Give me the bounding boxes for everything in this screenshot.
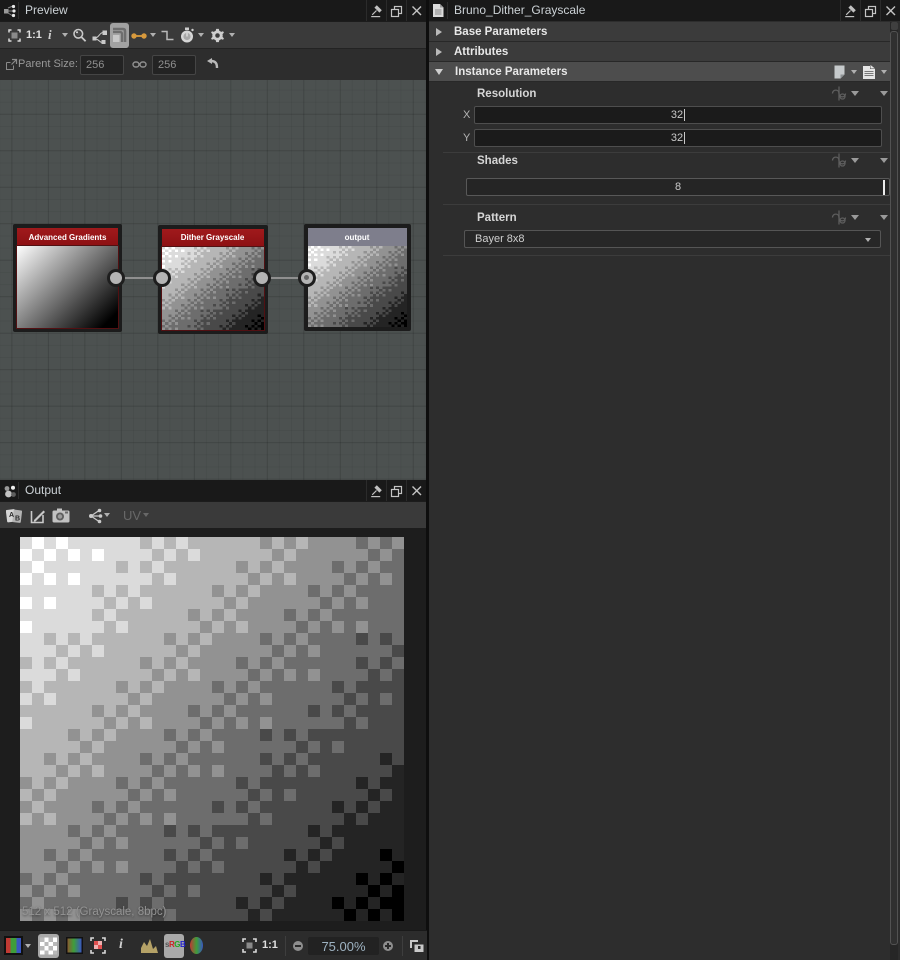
svg-text:A: A [9,512,14,519]
svg-text:B: B [15,516,20,523]
